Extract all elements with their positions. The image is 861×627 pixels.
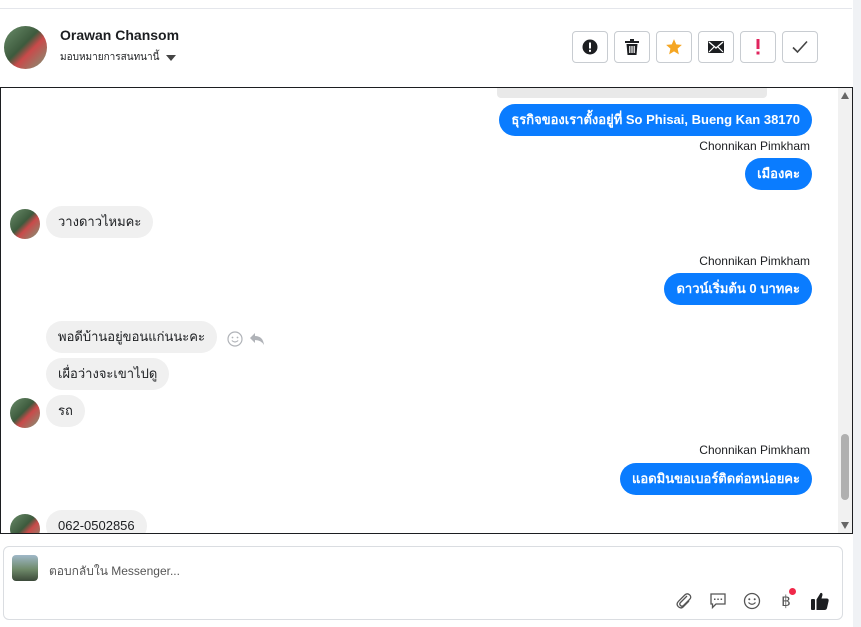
contact-avatar-small[interactable]: [10, 514, 40, 533]
page-avatar: [12, 555, 38, 581]
scrollbar-thumb[interactable]: [841, 434, 849, 500]
sender-name: Chonnikan Pimkham: [699, 443, 810, 457]
chat-bubble-icon: [710, 593, 726, 610]
reply-icon[interactable]: [249, 332, 265, 346]
header-actions: [572, 31, 818, 63]
assign-label: มอบหมายการสนทนานี้: [60, 52, 160, 63]
check-icon: [792, 40, 808, 54]
scroll-up-arrow-icon[interactable]: [841, 92, 849, 99]
reply-composer[interactable]: ตอบกลับใน Messenger... ฿: [3, 546, 843, 620]
like-button[interactable]: [808, 589, 832, 613]
outgoing-message[interactable]: แอดมินขอเบอร์ติดต่อหน่อยคะ: [620, 463, 812, 495]
trash-icon: [625, 39, 639, 55]
sender-name: Chonnikan Pimkham: [699, 139, 810, 153]
mail-button[interactable]: [698, 31, 734, 63]
contact-avatar[interactable]: [4, 26, 47, 69]
alert-button[interactable]: [572, 31, 608, 63]
mark-done-button[interactable]: [782, 31, 818, 63]
assign-conversation-dropdown[interactable]: มอบหมายการสนทนานี้: [60, 50, 177, 65]
thumbs-up-icon: [811, 592, 829, 610]
incoming-message[interactable]: เผื่อว่างจะเขาไปดู: [46, 358, 170, 390]
delete-button[interactable]: [614, 31, 650, 63]
message-hover-actions: [227, 331, 265, 347]
outgoing-message[interactable]: เมืองคะ: [745, 158, 812, 190]
incoming-message[interactable]: 062-0502856: [46, 510, 147, 533]
reply-input[interactable]: ตอบกลับใน Messenger...: [49, 562, 180, 581]
notification-dot: [789, 588, 796, 595]
emoji-button[interactable]: [740, 589, 764, 613]
exclamation-icon: [756, 39, 760, 55]
scroll-down-arrow-icon[interactable]: [841, 522, 849, 529]
saved-replies-button[interactable]: [706, 589, 730, 613]
page-scrollbar[interactable]: [853, 0, 861, 627]
message-thread[interactable]: ธุรกิจของเราตั้งอยู่ที่ So Phisai, Bueng…: [0, 87, 853, 534]
outgoing-message[interactable]: ดาวน์เริ่มต้น 0 บาทคะ: [664, 273, 812, 305]
star-icon: [666, 39, 682, 55]
incoming-message[interactable]: วางดาวไหมคะ: [46, 206, 154, 238]
incoming-message[interactable]: รถ: [46, 395, 85, 427]
emoji-icon: [743, 592, 761, 610]
alert-circle-icon: [582, 39, 598, 55]
conversation-header: Orawan Chansom มอบหมายการสนทนานี้: [0, 9, 852, 87]
payment-button[interactable]: ฿: [774, 588, 798, 613]
mark-spam-button[interactable]: [740, 31, 776, 63]
sender-name: Chonnikan Pimkham: [699, 254, 810, 268]
react-emoji-icon[interactable]: [227, 331, 243, 347]
attach-button[interactable]: [672, 589, 696, 613]
mail-icon: [708, 41, 724, 53]
caret-down-icon: [166, 54, 177, 61]
contact-avatar-small[interactable]: [10, 209, 40, 239]
thread-scrollbar[interactable]: [838, 88, 852, 533]
incoming-message[interactable]: พอดีบ้านอยู่ขอนแก่นนะคะ: [46, 321, 217, 353]
baht-icon: ฿: [781, 592, 791, 610]
previous-message-edge: [497, 88, 767, 98]
outgoing-message[interactable]: ธุรกิจของเราตั้งอยู่ที่ So Phisai, Bueng…: [499, 104, 812, 136]
contact-name[interactable]: Orawan Chansom: [60, 27, 179, 43]
star-button[interactable]: [656, 31, 692, 63]
composer-tools: ฿: [672, 588, 832, 613]
contact-avatar-small[interactable]: [10, 398, 40, 428]
paperclip-icon: [676, 593, 692, 609]
